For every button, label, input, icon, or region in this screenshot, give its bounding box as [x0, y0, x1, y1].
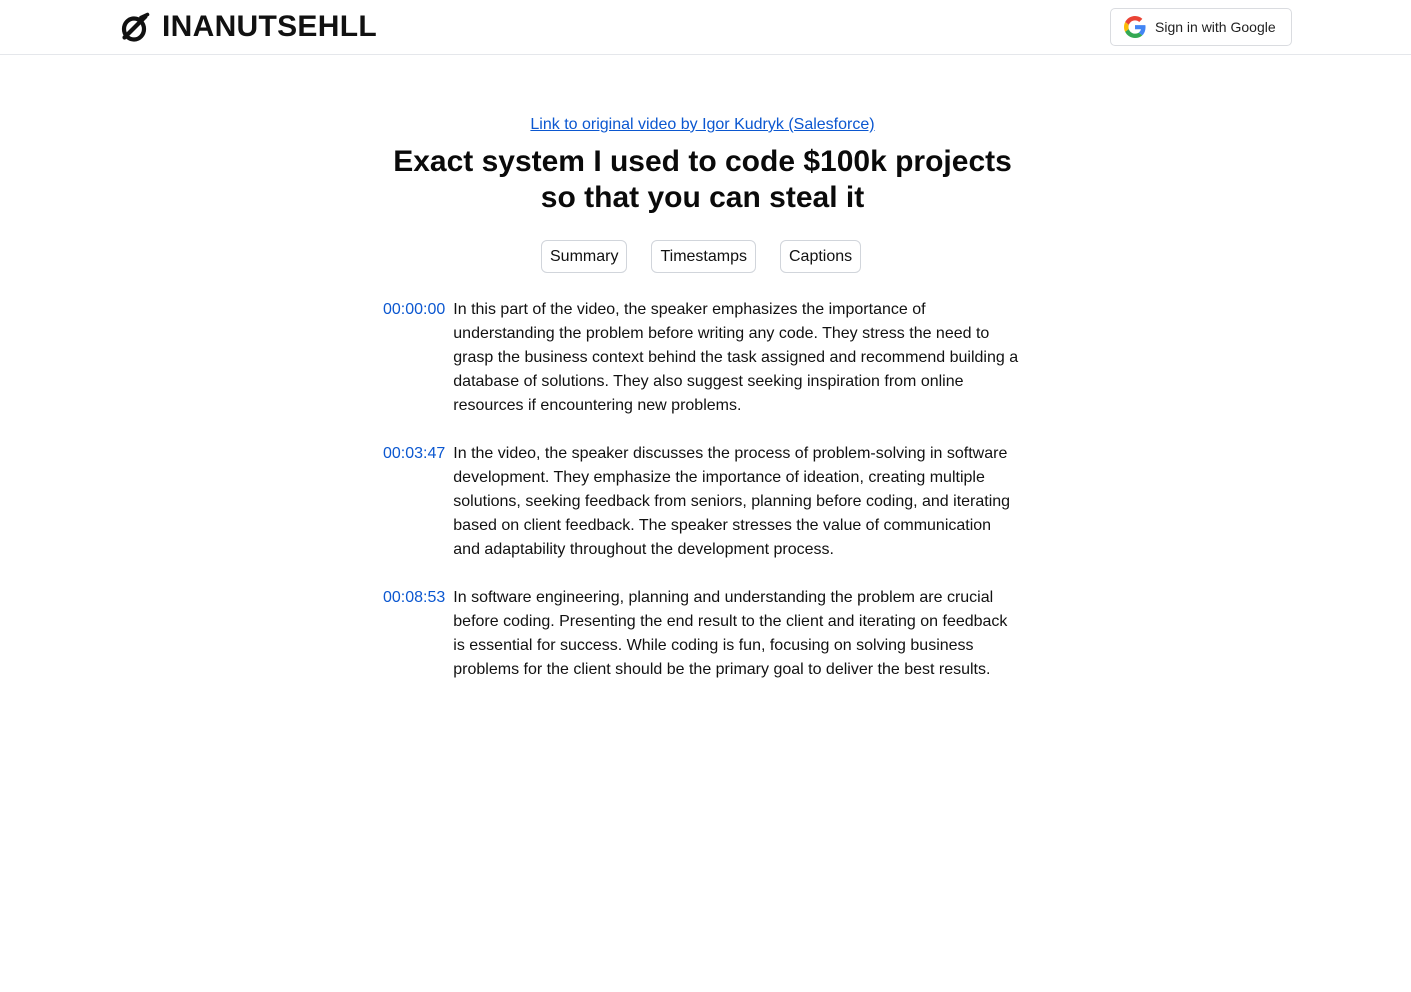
brand-logo-link[interactable]: INANUTSEHLL: [119, 9, 377, 45]
sign-in-label: Sign in with Google: [1155, 19, 1276, 35]
brand-name: INANUTSEHLL: [162, 10, 377, 43]
original-video-link[interactable]: Link to original video by Igor Kudryk (S…: [0, 115, 1405, 135]
timestamp-link[interactable]: 00:00:00: [383, 298, 445, 322]
google-g-icon: [1124, 16, 1146, 38]
timestamp-link[interactable]: 00:08:53: [383, 586, 445, 610]
tab-timestamps[interactable]: Timestamps: [651, 240, 756, 273]
list-item: 00:00:00 In this part of the video, the …: [383, 298, 1028, 418]
sign-in-with-google-button[interactable]: Sign in with Google: [1110, 8, 1292, 46]
segment-summary-text: In the video, the speaker discusses the …: [453, 445, 1011, 558]
timestamp-summary-list: 00:00:00 In this part of the video, the …: [383, 298, 1028, 706]
video-title: Exact system I used to code $100k projec…: [393, 145, 1012, 214]
segment-summary-text: In this part of the video, the speaker e…: [453, 301, 1019, 414]
timestamp-link[interactable]: 00:03:47: [383, 442, 445, 466]
segment-summary-text: In software engineering, planning and un…: [453, 589, 1008, 678]
nutshell-logo-icon: [119, 11, 151, 43]
list-item: 00:03:47 In the video, the speaker discu…: [383, 442, 1028, 562]
tab-summary[interactable]: Summary: [541, 240, 628, 273]
tab-captions[interactable]: Captions: [779, 240, 862, 273]
top-nav-bar: INANUTSEHLL Sign in with Google: [0, 0, 1411, 55]
view-tabs: Summary Timestamps Captions: [541, 240, 862, 273]
list-item: 00:08:53 In software engineering, planni…: [383, 586, 1028, 682]
